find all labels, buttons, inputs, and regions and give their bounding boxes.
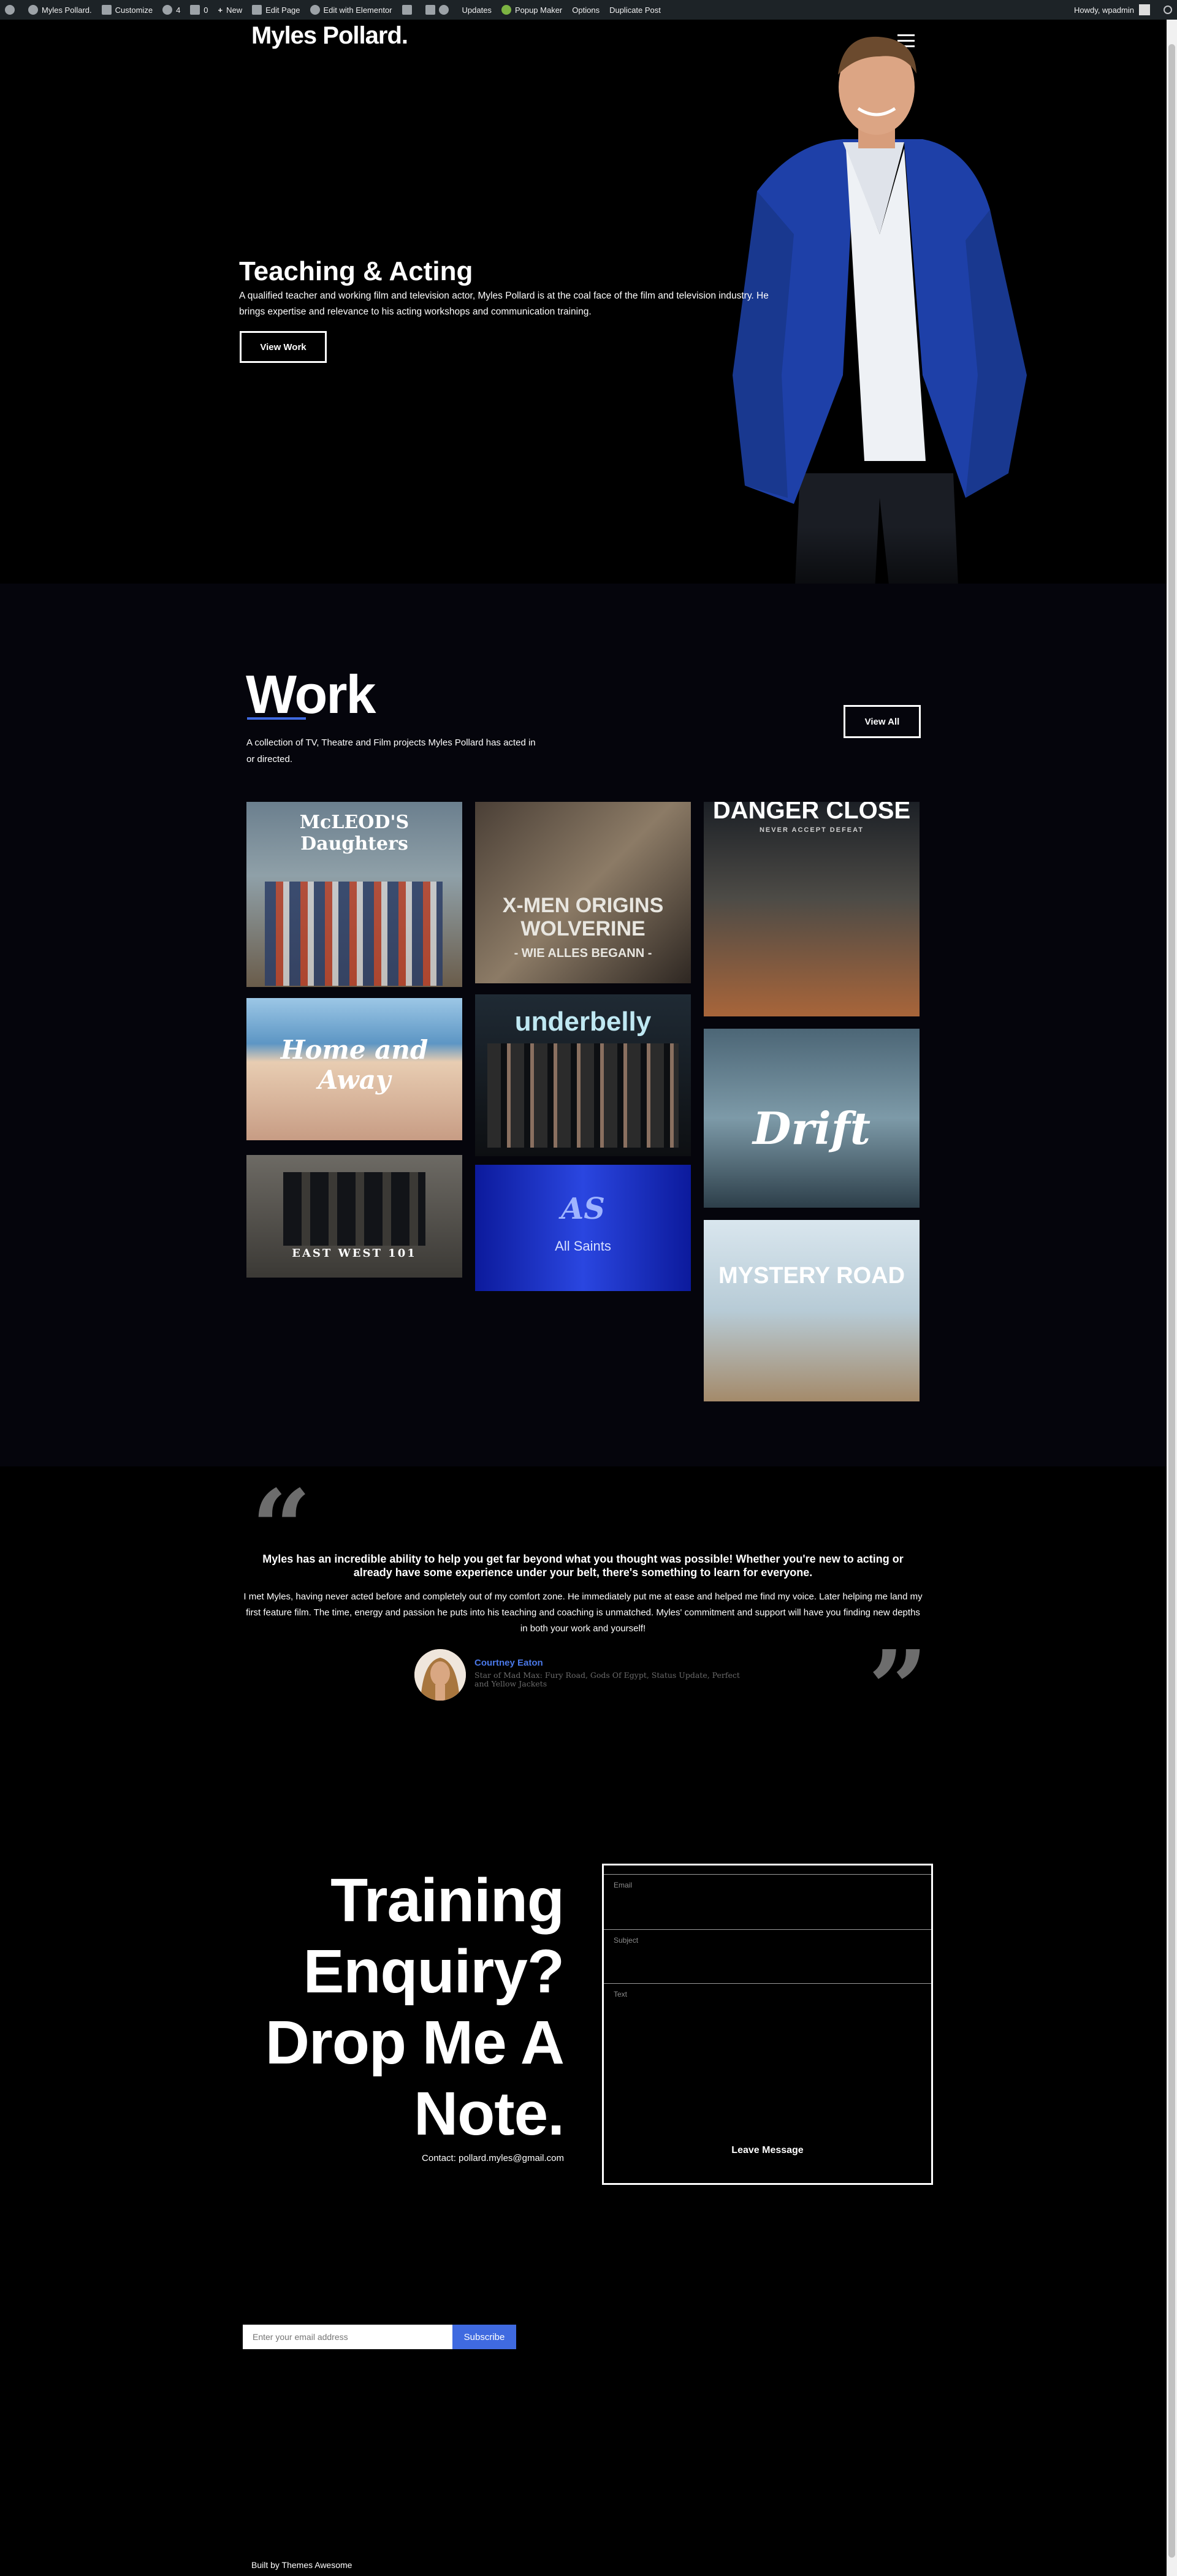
hero-section: Myles Pollard. Teaching & Acting A quali…: [0, 20, 1167, 614]
enquiry-contact: Contact: pollard.myles@gmail.com: [422, 2153, 564, 2163]
admin-edit-page[interactable]: Edit Page: [252, 5, 300, 15]
page-scrollbar[interactable]: [1167, 20, 1177, 2576]
newsletter-email-input[interactable]: [243, 2325, 452, 2349]
poster-drift[interactable]: Drift: [704, 1029, 920, 1208]
poster-logo: AS: [561, 1192, 605, 1226]
poster-home-and-away[interactable]: Home and Away: [246, 998, 462, 1140]
poster-all-saints[interactable]: AS All Saints: [475, 1165, 691, 1291]
poster-title: All Saints: [555, 1238, 611, 1254]
enquiry-form: Email Subject Text Leave Message: [602, 1864, 933, 2185]
brush-icon: [101, 5, 112, 15]
view-all-button[interactable]: View All: [844, 705, 921, 738]
site-footer: Built by Themes Awesome: [0, 2556, 1167, 2576]
text-field[interactable]: Text: [604, 1983, 931, 2106]
admin-customize[interactable]: Customize: [101, 5, 153, 15]
admin-account[interactable]: Howdy, wpadmin: [1074, 4, 1150, 15]
testimonial-body: I met Myles, having never acted before a…: [243, 1591, 923, 1634]
poster-east-west-101[interactable]: EAST WEST 101: [246, 1155, 462, 1278]
work-description: A collection of TV, Theatre and Film pro…: [246, 737, 536, 764]
refresh-icon: [162, 5, 173, 15]
poster-title: DANGER CLOSE: [712, 802, 911, 824]
admin-duplicate-post[interactable]: Duplicate Post: [609, 6, 661, 15]
poster-mcleods-daughters[interactable]: McLEOD'S Daughters: [246, 802, 462, 987]
circle-icon: [438, 5, 449, 15]
admin-diamond[interactable]: [402, 5, 416, 15]
testimonial-author-role: Star of Mad Max: Fury Road, Gods Of Egyp…: [474, 1671, 740, 1688]
wordpress-logo-menu[interactable]: [5, 5, 18, 15]
testimonial-section: “ Myles has an incredible ability to hel…: [0, 1466, 1167, 1761]
subject-field-label: Subject: [614, 1936, 639, 1945]
hero-description: A qualified teacher and working film and…: [239, 291, 769, 317]
enquiry-section: Training Enquiry? Drop Me A Note. Contac…: [0, 1761, 1167, 2294]
seo-icon: [425, 5, 435, 15]
admin-seo[interactable]: [425, 5, 452, 15]
email-field-label: Email: [614, 1881, 633, 1889]
poster-subtitle: NEVER ACCEPT DEFEAT: [759, 826, 864, 834]
admin-avatar: [1139, 4, 1150, 15]
admin-bar: Myles Pollard. Customize 4 0 + New Edit P…: [0, 0, 1177, 20]
poster-title: X-MEN ORIGINS WOLVERINE: [502, 894, 664, 940]
enquiry-title: Training Enquiry? Drop Me A Note.: [265, 1866, 565, 2148]
close-quote-icon: ”: [868, 1628, 928, 1750]
poster-title: Home and Away: [280, 1035, 429, 1095]
wordpress-icon: [5, 5, 15, 15]
poster-title: Drift: [753, 1102, 870, 1154]
search-icon[interactable]: [1164, 6, 1172, 14]
scrollbar-thumb[interactable]: [1168, 44, 1175, 2558]
poster-subtitle: - WIE ALLES BEGANN -: [514, 947, 652, 960]
work-section: Work A collection of TV, Theatre and Fil…: [0, 584, 1167, 1466]
admin-site-name[interactable]: Myles Pollard.: [28, 5, 92, 15]
poster-title: EAST WEST 101: [292, 1247, 417, 1260]
hero-title: Teaching & Acting: [239, 256, 473, 286]
poster-title: MYSTERY ROAD: [718, 1263, 905, 1289]
home-icon: [28, 5, 38, 15]
text-field-label: Text: [614, 1990, 628, 1999]
footer-credit: Built by Themes Awesome: [251, 2560, 352, 2570]
admin-updates-count[interactable]: 4: [162, 5, 180, 15]
poster-title: underbelly: [514, 1007, 652, 1037]
newsletter-section: Subscribe: [0, 2294, 1167, 2478]
email-field[interactable]: Email: [604, 1874, 931, 1929]
admin-popup-maker[interactable]: Popup Maker: [501, 5, 562, 15]
testimonial-author-name: Courtney Eaton: [474, 1658, 543, 1668]
poster-title: McLEOD'S Daughters: [299, 812, 409, 855]
site-logo[interactable]: Myles Pollard.: [251, 22, 408, 50]
poster-underbelly[interactable]: underbelly: [475, 994, 691, 1156]
poster-danger-close[interactable]: DANGER CLOSE NEVER ACCEPT DEFEAT: [704, 802, 920, 1016]
pencil-icon: [252, 5, 262, 15]
work-title: Work: [246, 664, 376, 725]
admin-comments[interactable]: 0: [190, 5, 208, 15]
subscribe-button[interactable]: Subscribe: [452, 2325, 516, 2349]
admin-options[interactable]: Options: [572, 6, 600, 15]
view-work-button[interactable]: View Work: [240, 331, 327, 363]
poster-mystery-road[interactable]: MYSTERY ROAD: [704, 1220, 920, 1401]
elementor-icon: [310, 5, 320, 15]
popup-maker-icon: [501, 5, 511, 15]
work-title-underline: [247, 717, 306, 720]
admin-new[interactable]: + New: [218, 6, 243, 15]
testimonial-avatar: [414, 1649, 466, 1701]
hero-portrait-image: [720, 32, 1039, 614]
plus-icon: +: [218, 5, 223, 15]
subject-field[interactable]: Subject: [604, 1929, 931, 1983]
leave-message-button[interactable]: Leave Message: [604, 2135, 931, 2166]
testimonial-headline: Myles has an incredible ability to help …: [262, 1553, 904, 1579]
admin-edit-elementor[interactable]: Edit with Elementor: [310, 5, 392, 15]
admin-updates[interactable]: Updates: [462, 6, 492, 15]
diamond-icon: [402, 5, 412, 15]
poster-xmen-origins-wolverine[interactable]: X-MEN ORIGINS WOLVERINE - WIE ALLES BEGA…: [475, 802, 691, 983]
comment-icon: [190, 5, 200, 15]
